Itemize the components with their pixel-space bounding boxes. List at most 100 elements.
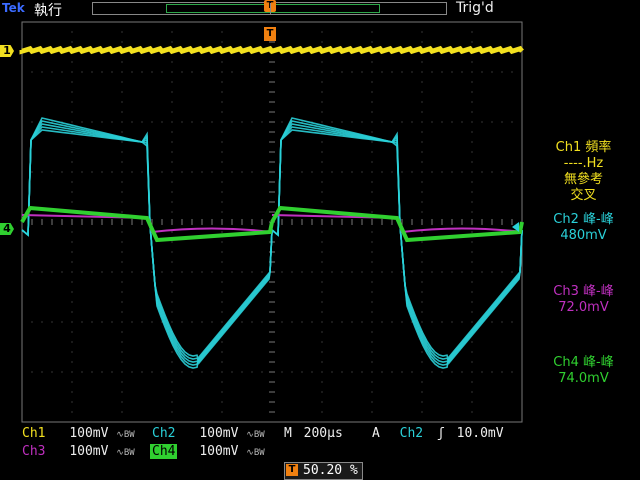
grid-dot	[471, 61, 473, 63]
grid-dot	[101, 71, 103, 73]
grid-dot	[341, 271, 343, 273]
grid-dot	[371, 121, 373, 123]
grid-dot	[71, 381, 73, 383]
grid-dot	[421, 191, 423, 193]
grid-dot	[321, 61, 323, 63]
grid-dot	[361, 121, 363, 123]
grid-dot	[371, 71, 373, 73]
grid-dot	[221, 191, 223, 193]
grid-dot	[221, 281, 223, 283]
grid-dot	[321, 361, 323, 363]
grid-dot	[441, 71, 443, 73]
grid-dot	[101, 321, 103, 323]
grid-dot	[71, 91, 73, 93]
grid-dot	[321, 301, 323, 303]
grid-dot	[461, 71, 463, 73]
ch2-trace	[21, 117, 273, 369]
grid-dot	[71, 171, 73, 173]
grid-dot	[421, 61, 423, 63]
measurement-ch4-pk-pk[interactable]: Ch4 峰-峰 74.0mV	[527, 355, 640, 387]
trigger-slope-icon: ʃ	[436, 426, 445, 441]
grid-dot	[301, 321, 303, 323]
grid-dot	[71, 101, 73, 103]
grid-dot	[371, 231, 373, 233]
grid-dot	[421, 281, 423, 283]
grid-dot	[171, 111, 173, 113]
grid-dot	[191, 71, 193, 73]
grid-dot	[251, 171, 253, 173]
grid-dot	[351, 371, 353, 373]
ch4-scale: 100mV	[199, 444, 239, 459]
grid-dot	[371, 111, 373, 113]
ch1-readout[interactable]: Ch1 100mV ∿BW	[20, 426, 135, 443]
grid-dot	[291, 271, 293, 273]
grid-dot	[421, 371, 423, 373]
grid-dot	[131, 321, 133, 323]
grid-dot	[221, 71, 223, 73]
grid-dot	[511, 371, 513, 373]
grid-dot	[431, 71, 433, 73]
grid-dot	[111, 121, 113, 123]
grid-dot	[121, 151, 123, 153]
ch4-readout[interactable]: Ch4 100mV ∿BW	[150, 444, 265, 461]
grid-dot	[61, 171, 63, 173]
grid-dot	[61, 371, 63, 373]
grid-dot	[511, 321, 513, 323]
timebase-value: 200µs	[303, 426, 343, 441]
grid-dot	[71, 121, 73, 123]
grid-dot	[491, 121, 493, 123]
grid-dot	[321, 381, 323, 383]
grid-dot	[161, 121, 163, 123]
ch2-readout[interactable]: Ch2 100mV ∿BW	[150, 426, 265, 443]
grid-dot	[391, 121, 393, 123]
grid-dot	[421, 211, 423, 213]
grid-dot	[321, 411, 323, 413]
grid-dot	[421, 101, 423, 103]
grid-dot	[31, 71, 33, 73]
grid-dot	[221, 241, 223, 243]
measurement-ch2-pk-pk[interactable]: Ch2 峰-峰 480mV	[527, 212, 640, 244]
grid-dot	[161, 371, 163, 373]
grid-dot	[51, 171, 53, 173]
trigger-readout[interactable]: A Ch2 ʃ 10.0mV	[372, 426, 504, 442]
grid-dot	[121, 301, 123, 303]
grid-dot	[111, 71, 113, 73]
grid-dot	[321, 291, 323, 293]
grid-dot	[71, 391, 73, 393]
measurement-ch3-pk-pk[interactable]: Ch3 峰-峰 72.0mV	[527, 284, 640, 316]
timebase-readout[interactable]: M 200µs	[284, 426, 343, 442]
grid-dot	[31, 171, 33, 173]
grid-dot	[221, 201, 223, 203]
ch3-readout[interactable]: Ch3 100mV ∿BW	[20, 444, 135, 461]
grid-dot	[171, 211, 173, 213]
grid-dot	[471, 31, 473, 33]
trigger-position-icon: T	[286, 464, 298, 476]
grid-dot	[341, 371, 343, 373]
grid-dot	[441, 321, 443, 323]
grid-dot	[121, 341, 123, 343]
measurement-title: Ch1 頻率	[555, 140, 612, 155]
grid-dot	[31, 371, 33, 373]
trigger-level-icon[interactable]	[512, 222, 519, 232]
grid-dot	[171, 141, 173, 143]
grid-dot	[221, 351, 223, 353]
grid-dot	[421, 91, 423, 93]
grid-dot	[371, 141, 373, 143]
grid-dot	[501, 271, 503, 273]
grid-dot	[121, 321, 123, 323]
grid-dot	[221, 251, 223, 253]
grid-dot	[421, 111, 423, 113]
grid-dot	[321, 161, 323, 163]
grid-dot	[471, 81, 473, 83]
grid-dot	[201, 321, 203, 323]
trigger-position-marker[interactable]: T	[264, 27, 276, 41]
grid-dot	[71, 241, 73, 243]
grid-dot	[451, 171, 453, 173]
grid-dot	[381, 171, 383, 173]
grid-dot	[461, 271, 463, 273]
grid-dot	[321, 121, 323, 123]
grid-dot	[321, 251, 323, 253]
measurement-ch1-frequency[interactable]: Ch1 頻率 ----.Hz 無參考 交叉	[527, 140, 640, 204]
grid-dot	[321, 261, 323, 263]
grid-dot	[81, 121, 83, 123]
